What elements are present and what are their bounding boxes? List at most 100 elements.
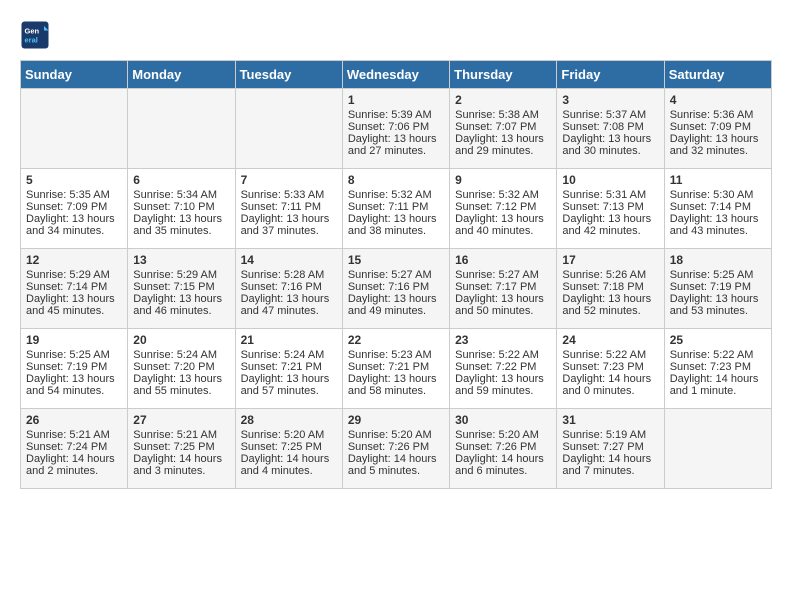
calendar-cell [235,89,342,169]
daylight-text: Daylight: 13 hours and 52 minutes. [562,293,658,317]
day-number: 9 [455,173,551,187]
daylight-text: Daylight: 13 hours and 47 minutes. [241,293,337,317]
sunrise-text: Sunrise: 5:19 AM [562,429,658,441]
weekday-header: Sunday [21,61,128,89]
day-number: 8 [348,173,444,187]
sunset-text: Sunset: 7:07 PM [455,121,551,133]
sunset-text: Sunset: 7:11 PM [241,201,337,213]
daylight-text: Daylight: 14 hours and 4 minutes. [241,453,337,477]
daylight-text: Daylight: 14 hours and 3 minutes. [133,453,229,477]
svg-text:Gen: Gen [25,27,40,36]
sunset-text: Sunset: 7:09 PM [26,201,122,213]
calendar-cell: 4Sunrise: 5:36 AMSunset: 7:09 PMDaylight… [664,89,771,169]
calendar-cell: 28Sunrise: 5:20 AMSunset: 7:25 PMDayligh… [235,409,342,489]
sunrise-text: Sunrise: 5:32 AM [455,189,551,201]
sunrise-text: Sunrise: 5:22 AM [455,349,551,361]
day-number: 31 [562,413,658,427]
day-number: 15 [348,253,444,267]
sunset-text: Sunset: 7:25 PM [133,441,229,453]
day-number: 11 [670,173,766,187]
daylight-text: Daylight: 13 hours and 54 minutes. [26,373,122,397]
sunrise-text: Sunrise: 5:27 AM [455,269,551,281]
daylight-text: Daylight: 13 hours and 42 minutes. [562,213,658,237]
sunset-text: Sunset: 7:27 PM [562,441,658,453]
day-number: 25 [670,333,766,347]
calendar-cell: 7Sunrise: 5:33 AMSunset: 7:11 PMDaylight… [235,169,342,249]
sunset-text: Sunset: 7:10 PM [133,201,229,213]
calendar-cell: 29Sunrise: 5:20 AMSunset: 7:26 PMDayligh… [342,409,449,489]
day-number: 1 [348,93,444,107]
calendar-cell: 23Sunrise: 5:22 AMSunset: 7:22 PMDayligh… [450,329,557,409]
sunrise-text: Sunrise: 5:25 AM [26,349,122,361]
sunrise-text: Sunrise: 5:39 AM [348,109,444,121]
sunset-text: Sunset: 7:26 PM [348,441,444,453]
calendar-cell: 30Sunrise: 5:20 AMSunset: 7:26 PMDayligh… [450,409,557,489]
sunset-text: Sunset: 7:17 PM [455,281,551,293]
calendar-week-row: 19Sunrise: 5:25 AMSunset: 7:19 PMDayligh… [21,329,772,409]
day-number: 10 [562,173,658,187]
day-number: 26 [26,413,122,427]
day-number: 28 [241,413,337,427]
day-number: 20 [133,333,229,347]
day-number: 12 [26,253,122,267]
daylight-text: Daylight: 13 hours and 46 minutes. [133,293,229,317]
calendar-cell: 18Sunrise: 5:25 AMSunset: 7:19 PMDayligh… [664,249,771,329]
calendar-week-row: 1 Sunrise: 5:39 AMSunset: 7:06 PM Daylight… [21,89,772,169]
daylight-text: Daylight: 13 hours and 38 minutes. [348,213,444,237]
daylight-text: Daylight: 14 hours and 7 minutes. [562,453,658,477]
daylight-text: Daylight: 13 hours and 34 minutes. [26,213,122,237]
day-number: 17 [562,253,658,267]
daylight-text: Daylight: 14 hours and 6 minutes. [455,453,551,477]
sunset-text: Sunset: 7:11 PM [348,201,444,213]
calendar-cell [21,89,128,169]
sunrise-text: Sunrise: 5:28 AM [241,269,337,281]
sunset-text: Sunset: 7:08 PM [562,121,658,133]
daylight-text: Daylight: 14 hours and 2 minutes. [26,453,122,477]
daylight-text: Daylight: 13 hours and 29 minutes. [455,133,551,157]
sunset-text: Sunset: 7:14 PM [670,201,766,213]
calendar-cell: 2Sunrise: 5:38 AMSunset: 7:07 PMDaylight… [450,89,557,169]
day-number: 23 [455,333,551,347]
daylight-text: Daylight: 13 hours and 30 minutes. [562,133,658,157]
weekday-header: Monday [128,61,235,89]
day-number: 27 [133,413,229,427]
weekday-header: Tuesday [235,61,342,89]
daylight-text: Daylight: 13 hours and 45 minutes. [26,293,122,317]
weekday-header: Thursday [450,61,557,89]
calendar-cell: 3Sunrise: 5:37 AMSunset: 7:08 PMDaylight… [557,89,664,169]
logo: Gen eral [20,20,54,50]
day-number: 2 [455,93,551,107]
day-number: 7 [241,173,337,187]
calendar-week-row: 12Sunrise: 5:29 AMSunset: 7:14 PMDayligh… [21,249,772,329]
calendar-cell: 13Sunrise: 5:29 AMSunset: 7:15 PMDayligh… [128,249,235,329]
calendar-cell: 21Sunrise: 5:24 AMSunset: 7:21 PMDayligh… [235,329,342,409]
sunset-text: Sunset: 7:16 PM [241,281,337,293]
calendar-cell: 19Sunrise: 5:25 AMSunset: 7:19 PMDayligh… [21,329,128,409]
day-number: 4 [670,93,766,107]
sunrise-text: Sunrise: 5:29 AM [133,269,229,281]
calendar-cell: 20Sunrise: 5:24 AMSunset: 7:20 PMDayligh… [128,329,235,409]
calendar-cell [664,409,771,489]
day-number: 21 [241,333,337,347]
calendar-cell: 1Sunrise: 5:39 AMSunset: 7:06 PMDaylight… [342,89,449,169]
sunrise-text: Sunrise: 5:20 AM [241,429,337,441]
sunset-text: Sunset: 7:19 PM [670,281,766,293]
sunrise-text: Sunrise: 5:21 AM [133,429,229,441]
sunset-text: Sunset: 7:22 PM [455,361,551,373]
sunrise-text: Sunrise: 5:22 AM [562,349,658,361]
sunset-text: Sunset: 7:13 PM [562,201,658,213]
calendar-cell: 11Sunrise: 5:30 AMSunset: 7:14 PMDayligh… [664,169,771,249]
sunset-text: Sunset: 7:06 PM [348,121,444,133]
sunrise-text: Sunrise: 5:22 AM [670,349,766,361]
sunrise-text: Sunrise: 5:32 AM [348,189,444,201]
sunrise-text: Sunrise: 5:24 AM [241,349,337,361]
daylight-text: Daylight: 14 hours and 1 minute. [670,373,766,397]
calendar-cell: 16Sunrise: 5:27 AMSunset: 7:17 PMDayligh… [450,249,557,329]
day-number: 16 [455,253,551,267]
day-number: 22 [348,333,444,347]
daylight-text: Daylight: 13 hours and 58 minutes. [348,373,444,397]
sunrise-text: Sunrise: 5:35 AM [26,189,122,201]
sunrise-text: Sunrise: 5:26 AM [562,269,658,281]
sunset-text: Sunset: 7:24 PM [26,441,122,453]
weekday-header: Wednesday [342,61,449,89]
